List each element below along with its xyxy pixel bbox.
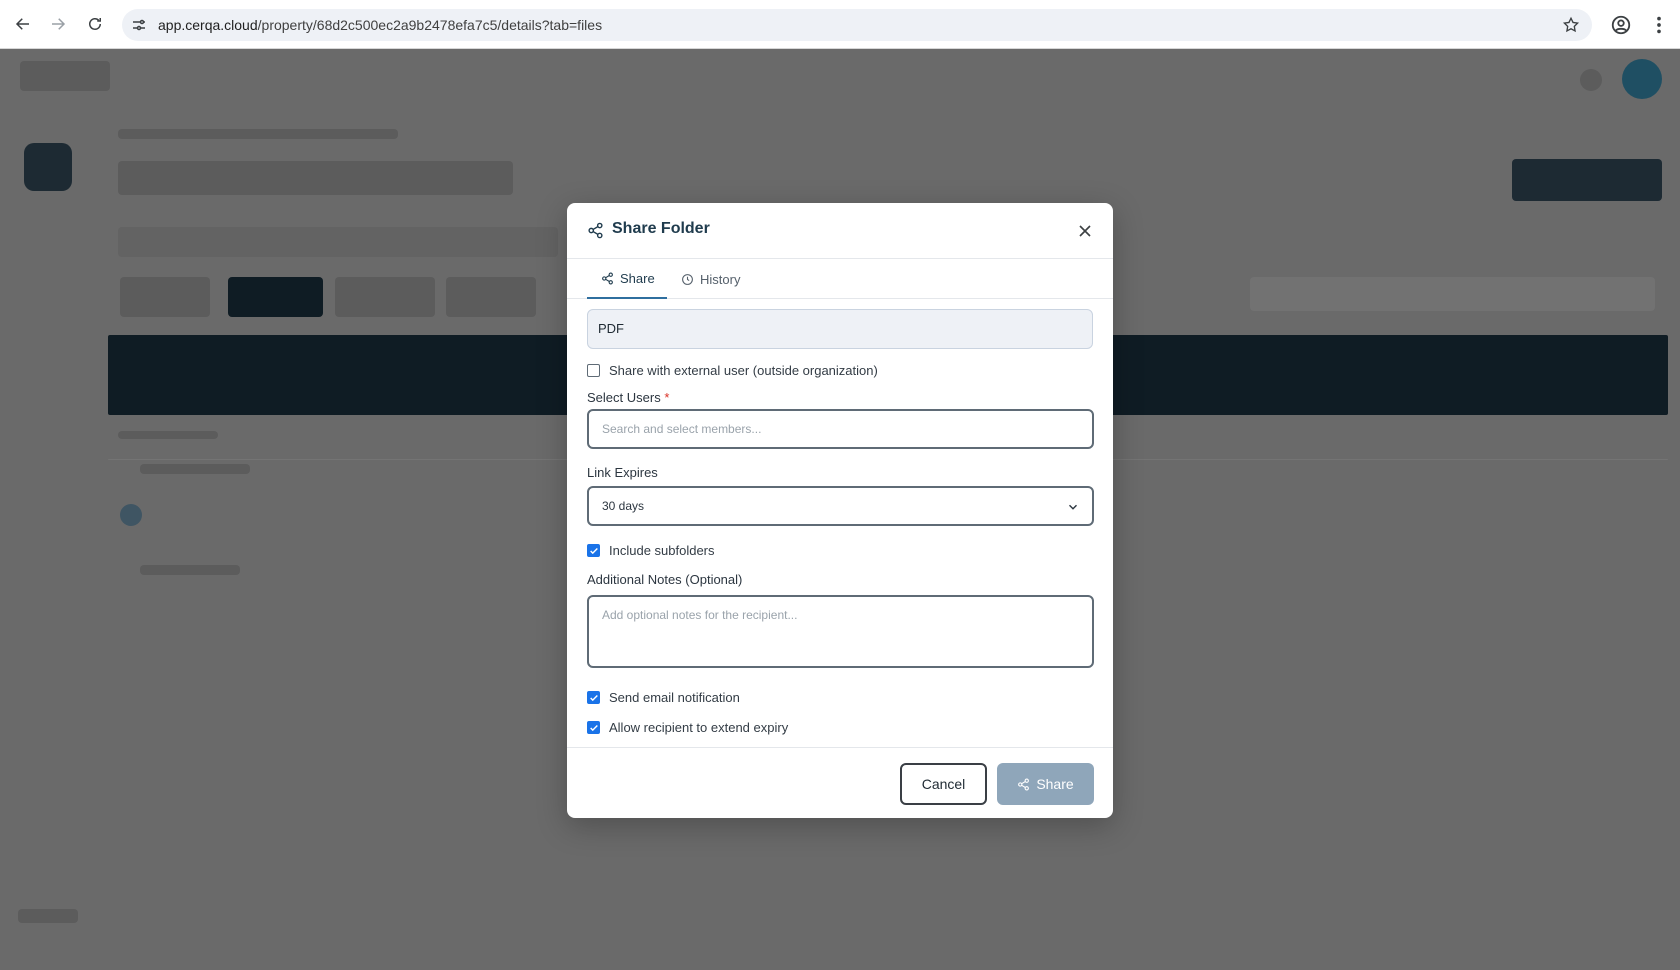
include-subfolders-option[interactable]: Include subfolders xyxy=(587,543,715,558)
blurred-tab-active xyxy=(228,277,323,317)
include-subfolders-label: Include subfolders xyxy=(609,543,715,558)
blurred-bell-icon xyxy=(1580,69,1602,91)
tab-history-label: History xyxy=(700,271,741,287)
browser-toolbar: app.cerqa.cloud/property/68d2c500ec2a9b2… xyxy=(0,0,1680,49)
blurred-stats-row xyxy=(118,227,558,257)
link-expires-label: Link Expires xyxy=(587,465,658,480)
select-users-placeholder: Search and select members... xyxy=(602,422,762,436)
share-folder-modal: Share Folder Share History PDF Share wit… xyxy=(567,203,1113,818)
tab-share-label: Share xyxy=(620,270,655,286)
blurred-sidebar-active xyxy=(24,143,72,191)
blurred-row-icon xyxy=(120,504,142,526)
url-text: app.cerqa.cloud/property/68d2c500ec2a9b2… xyxy=(158,17,602,33)
arrow-left-icon xyxy=(15,18,29,30)
kebab-menu-icon[interactable] xyxy=(1648,14,1670,36)
blurred-row xyxy=(140,565,240,575)
folder-name-field: PDF xyxy=(587,309,1093,349)
blurred-row-label xyxy=(118,431,218,439)
forward-button[interactable] xyxy=(47,13,69,35)
link-expires-value: 30 days xyxy=(602,499,645,513)
tab-history[interactable]: History xyxy=(677,259,744,299)
share-button[interactable]: Share xyxy=(997,763,1094,805)
chevron-down-icon xyxy=(1069,504,1077,510)
modal-tabs: Share History xyxy=(567,259,1113,299)
share-icon xyxy=(588,222,603,239)
link-expires-select[interactable]: 30 days xyxy=(587,486,1094,526)
notes-textarea[interactable]: Add optional notes for the recipient... xyxy=(587,595,1094,668)
allow-extend-option[interactable]: Allow recipient to extend expiry xyxy=(587,720,788,735)
blurred-footer xyxy=(18,909,78,923)
tab-share[interactable]: Share xyxy=(587,259,667,299)
external-user-label: Share with external user (outside organi… xyxy=(609,363,878,378)
allow-extend-checkbox[interactable] xyxy=(587,721,600,734)
blurred-tab xyxy=(120,277,210,317)
url-path: /property/68d2c500ec2a9b2478efa7c5/detai… xyxy=(257,17,603,33)
blurred-breadcrumb xyxy=(118,129,398,139)
url-host: app.cerqa.cloud xyxy=(158,17,258,33)
blurred-primary-button xyxy=(1512,159,1662,201)
required-marker: * xyxy=(664,390,670,405)
share-icon xyxy=(1018,778,1030,790)
bookmark-star-icon[interactable] xyxy=(1562,16,1580,34)
blurred-logo xyxy=(20,61,110,91)
footer-divider xyxy=(567,747,1113,748)
send-email-label: Send email notification xyxy=(609,690,740,705)
checkmark-icon xyxy=(589,547,598,554)
select-users-label-text: Select Users xyxy=(587,390,661,405)
notes-placeholder: Add optional notes for the recipient... xyxy=(602,608,798,622)
share-button-label: Share xyxy=(1036,776,1074,792)
allow-extend-label: Allow recipient to extend expiry xyxy=(609,720,789,735)
modal-title: Share Folder xyxy=(612,220,710,237)
select-users-label: Select Users * xyxy=(587,390,669,405)
send-email-option[interactable]: Send email notification xyxy=(587,690,740,705)
reload-icon xyxy=(89,18,101,30)
arrow-right-icon xyxy=(52,18,66,30)
notes-label: Additional Notes (Optional) xyxy=(587,572,743,587)
cancel-button[interactable]: Cancel xyxy=(900,763,987,805)
blurred-row xyxy=(140,464,250,474)
share-icon xyxy=(602,272,613,284)
back-button[interactable] xyxy=(12,13,34,35)
include-subfolders-checkbox[interactable] xyxy=(587,544,600,557)
blurred-tab xyxy=(335,277,435,317)
reload-button[interactable] xyxy=(84,13,106,35)
blurred-avatar xyxy=(1622,59,1662,99)
profile-icon[interactable] xyxy=(1610,14,1632,36)
select-users-input[interactable]: Search and select members... xyxy=(587,409,1094,449)
checkmark-icon xyxy=(589,724,598,731)
external-user-option[interactable]: Share with external user (outside organi… xyxy=(587,363,878,378)
blurred-page-title xyxy=(118,161,513,195)
blurred-tab xyxy=(446,277,536,317)
modal-header: Share Folder xyxy=(567,203,1113,259)
close-icon[interactable] xyxy=(1075,221,1095,241)
clock-icon xyxy=(682,273,693,285)
checkmark-icon xyxy=(589,694,598,701)
site-settings-icon[interactable] xyxy=(130,16,148,34)
blurred-search xyxy=(1250,277,1655,311)
external-user-checkbox[interactable] xyxy=(587,364,600,377)
send-email-checkbox[interactable] xyxy=(587,691,600,704)
address-bar[interactable]: app.cerqa.cloud/property/68d2c500ec2a9b2… xyxy=(122,9,1592,41)
